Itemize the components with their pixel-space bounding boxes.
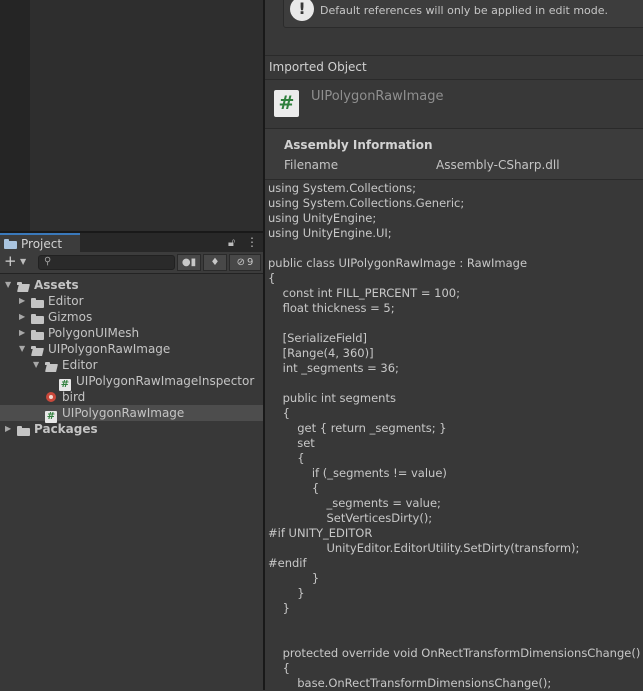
warning-icon: ! xyxy=(290,0,314,21)
script-icon: # xyxy=(274,90,299,117)
search-input[interactable]: ⚲ xyxy=(38,255,175,270)
filename-value: Assembly-CSharp.dll xyxy=(436,158,560,172)
assembly-information: Assembly Information Filename Assembly-C… xyxy=(265,128,643,180)
tab-label: Project xyxy=(21,236,63,251)
tab-project[interactable]: Project xyxy=(0,233,80,252)
more-options-icon[interactable]: ⋮ xyxy=(246,235,258,249)
script-source-preview: using System.Collections; using System.C… xyxy=(268,181,641,690)
expand-arrow-open-icon[interactable]: ▼ xyxy=(33,357,39,373)
tag-icon: ♦ xyxy=(210,257,220,268)
project-tree: ▼ Assets ▶ Editor ▶ Gizmos ▶ PolygonUIMesh ▼ UIPo… xyxy=(0,277,263,437)
assembly-title: Assembly Information xyxy=(284,138,433,152)
divider xyxy=(265,79,643,80)
expand-arrow-closed-icon[interactable]: ▶ xyxy=(19,325,25,341)
search-by-type-button[interactable]: ●▮ xyxy=(177,254,201,271)
imported-object-header: Imported Object xyxy=(269,60,367,74)
tree-item[interactable]: ▶ PolygonUIMesh xyxy=(0,325,263,341)
expand-arrow-closed-icon[interactable]: ▶ xyxy=(19,293,25,309)
tab-bar: Project 🔓︎ ⋮ xyxy=(0,233,263,252)
tree-item-label: Assets xyxy=(34,278,79,292)
tree-item-label: UIPolygonRawImage xyxy=(48,342,171,356)
divider xyxy=(265,55,643,56)
tree-item[interactable]: ▶ Editor xyxy=(0,293,263,309)
tree-item[interactable]: ▼ Assets xyxy=(0,277,263,293)
tree-item[interactable]: ▶ Gizmos xyxy=(0,309,263,325)
chevron-down-icon[interactable]: ▼ xyxy=(20,257,26,266)
hidden-packages-count: 9 xyxy=(247,257,254,268)
tree-item[interactable]: ▶ Packages xyxy=(0,421,263,437)
tree-item[interactable]: bird xyxy=(0,389,263,405)
inspector-panel: ! Default references will only be applie… xyxy=(265,0,643,690)
warning-text: Default references will only be applied … xyxy=(320,4,609,17)
tree-item-label: PolygonUIMesh xyxy=(48,326,140,340)
folder-icon xyxy=(17,424,30,440)
expand-arrow-open-icon[interactable]: ▼ xyxy=(5,277,11,293)
expand-arrow-open-icon[interactable]: ▼ xyxy=(19,341,25,357)
upper-left-panel xyxy=(0,0,263,232)
tree-item[interactable]: ▼ UIPolygonRawImage xyxy=(0,341,263,357)
tree-item-label: Editor xyxy=(62,358,98,372)
hidden-packages-button[interactable]: ⊘ 9 xyxy=(229,254,261,271)
eye-slash-icon: ⊘ xyxy=(236,257,245,268)
left-strip xyxy=(0,0,30,232)
filename-label: Filename xyxy=(284,158,339,172)
lock-icon[interactable]: 🔓︎ xyxy=(228,236,235,250)
warning-helpbox: ! Default references will only be applie… xyxy=(283,0,643,28)
object-name: UIPolygonRawImage xyxy=(311,89,444,104)
search-icon: ⚲ xyxy=(44,256,52,267)
project-toolbar: + ▼ ⚲ ●▮ ♦ ⊘ 9 xyxy=(0,252,263,274)
folder-icon xyxy=(4,238,17,249)
shapes-icon: ●▮ xyxy=(181,257,197,268)
expand-arrow-closed-icon[interactable]: ▶ xyxy=(5,421,11,437)
tree-item[interactable]: # UIPolygonRawImage xyxy=(0,405,263,423)
tree-item-label: Packages xyxy=(34,422,98,436)
project-panel: Project 🔓︎ ⋮ + ▼ ⚲ ●▮ ♦ ⊘ 9 ▼ Assets ▶ Edit… xyxy=(0,233,263,690)
search-by-label-button[interactable]: ♦ xyxy=(203,254,227,271)
tree-item-label: bird xyxy=(62,390,86,404)
tree-item-label: Gizmos xyxy=(48,310,93,324)
upper-panel-body xyxy=(30,0,263,232)
add-button[interactable]: + xyxy=(4,254,17,269)
tree-item-label: Editor xyxy=(48,294,84,308)
expand-arrow-closed-icon[interactable]: ▶ xyxy=(19,309,25,325)
tree-item-label: UIPolygonRawImageInspector xyxy=(76,374,255,388)
tree-item[interactable]: # UIPolygonRawImageInspector xyxy=(0,373,263,391)
tree-item[interactable]: ▼ Editor xyxy=(0,357,263,373)
tree-item-label: UIPolygonRawImage xyxy=(62,406,185,420)
